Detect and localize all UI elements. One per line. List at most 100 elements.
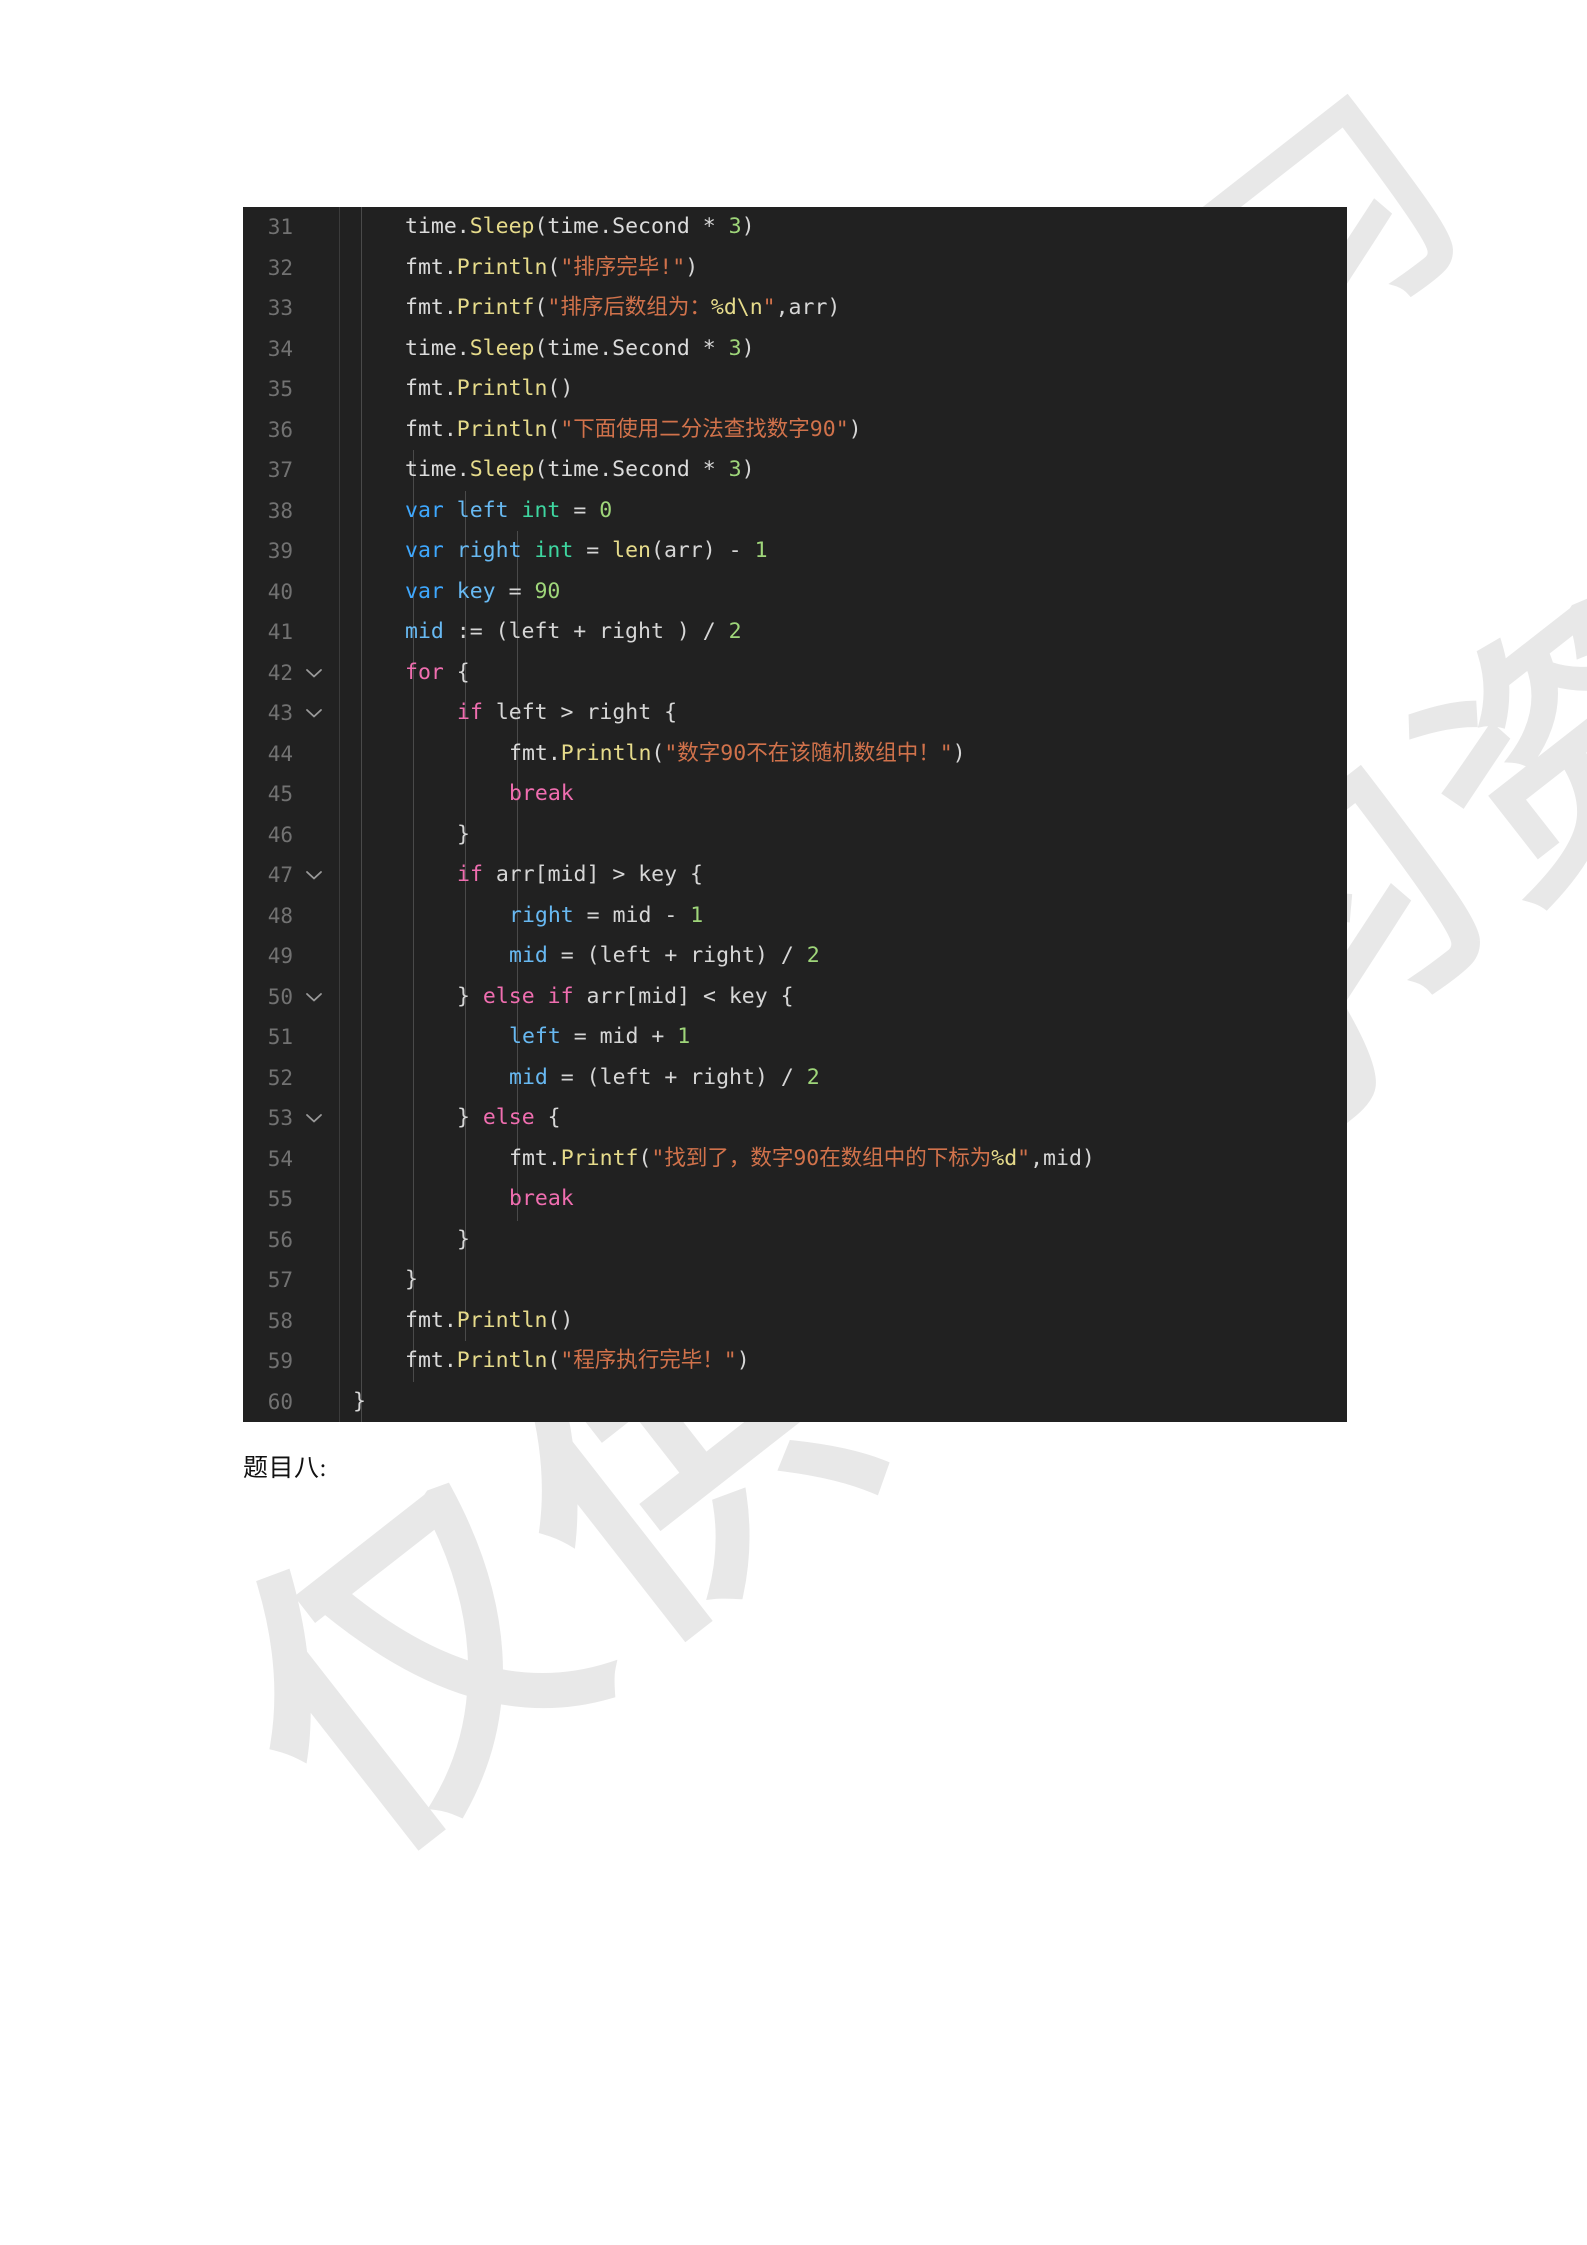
chevron-down-icon[interactable] [305, 1098, 325, 1139]
code-token: fmt [405, 1348, 444, 1373]
code-line: 59 fmt.Println("程序执行完毕！") [243, 1341, 1347, 1382]
code-line-text[interactable]: var left int = 0 [339, 491, 1347, 532]
code-token: Printf [456, 295, 535, 320]
line-number: 56 [267, 1227, 293, 1252]
code-line: 36 fmt.Println("下面使用二分法查找数字90") [243, 410, 1347, 451]
code-token: fmt [405, 416, 444, 442]
line-number: 53 [267, 1106, 293, 1130]
code-line-text[interactable]: for { [339, 653, 1347, 694]
line-number: 49 [267, 944, 293, 968]
code-token: } [405, 1267, 418, 1292]
code-line-text[interactable]: mid = (left + right) / 2 [339, 936, 1347, 977]
code-line-text[interactable]: mid = (left + right) / 2 [339, 1058, 1347, 1099]
line-number: 36 [267, 417, 293, 442]
code-line-text[interactable]: time.Sleep(time.Second * 3) [339, 329, 1347, 370]
code-line-text[interactable]: } [339, 1220, 1347, 1261]
code-token: ( [547, 254, 561, 280]
code-token: * [689, 457, 729, 482]
code-line-text[interactable]: fmt.Printf("找到了，数字90在数组中的下标为%d",mid) [339, 1139, 1347, 1180]
code-line-text[interactable]: if arr[mid] > key { [339, 855, 1347, 896]
code-token: right [456, 538, 522, 563]
chevron-down-icon[interactable] [305, 653, 325, 694]
code-line-text[interactable]: time.Sleep(time.Second * 3) [339, 207, 1347, 248]
code-token: arr[mid] < key { [573, 983, 794, 1009]
code-token: } [457, 1226, 470, 1252]
code-token: ,mid) [1030, 1145, 1095, 1171]
code-token: Second [612, 457, 690, 482]
code-token: = [495, 578, 535, 604]
code-line-text[interactable]: } else if arr[mid] < key { [339, 977, 1347, 1018]
line-gutter: 39 [243, 531, 339, 572]
code-line: 57} [243, 1260, 1347, 1301]
code-token: ( [534, 335, 548, 361]
code-token: . [443, 416, 457, 442]
code-token: Second [612, 335, 690, 361]
chevron-down-icon[interactable] [305, 855, 325, 896]
code-token: fmt [509, 1145, 548, 1171]
chevron-down-icon[interactable] [305, 693, 325, 734]
code-token: var [405, 538, 444, 563]
code-token: ,arr) [775, 295, 841, 320]
code-line-text[interactable]: } [339, 1382, 1347, 1423]
line-number: 42 [267, 660, 293, 685]
code-line: 56} [243, 1220, 1347, 1261]
code-line-text[interactable]: var key = 90 [339, 572, 1347, 613]
code-line-text[interactable]: break [339, 1179, 1347, 1220]
line-number: 60 [267, 1389, 293, 1414]
code-line-text[interactable]: left = mid + 1 [339, 1017, 1347, 1058]
line-gutter: 36 [243, 410, 339, 451]
code-line: 38 var left int = 0 [243, 491, 1347, 532]
line-gutter: 50 [243, 977, 339, 1018]
code-line-text[interactable]: time.Sleep(time.Second * 3) [339, 450, 1347, 491]
code-token: 2 [806, 1064, 820, 1090]
line-gutter: 51 [243, 1017, 339, 1058]
line-number: 48 [267, 903, 293, 928]
line-gutter: 60 [243, 1382, 339, 1423]
code-token: if [547, 983, 574, 1009]
line-gutter: 42 [243, 653, 339, 694]
code-token: Println [456, 416, 548, 442]
code-line-text[interactable]: fmt.Println("排序完毕!") [339, 248, 1347, 289]
code-line: 51 left = mid + 1 [243, 1017, 1347, 1058]
code-line-text[interactable]: fmt.Println("下面使用二分法查找数字90") [339, 410, 1347, 451]
line-number: 31 [267, 215, 293, 239]
code-line-text[interactable]: fmt.Printf("排序后数组为：%d\n",arr) [339, 288, 1347, 329]
code-line-text[interactable]: fmt.Println("程序执行完毕！") [339, 1341, 1347, 1382]
code-line-text[interactable]: fmt.Println() [339, 1301, 1347, 1342]
line-number: 46 [267, 822, 293, 847]
code-line-text[interactable]: if left > right { [339, 693, 1347, 734]
line-gutter: 46 [243, 815, 339, 856]
chevron-down-icon[interactable] [305, 977, 325, 1018]
code-token: . [547, 740, 561, 766]
line-number: 43 [267, 701, 293, 725]
code-line-text[interactable]: } [339, 1260, 1347, 1301]
code-token: ) [741, 214, 755, 239]
code-line-text[interactable]: right = mid - 1 [339, 896, 1347, 937]
code-token: fmt [405, 254, 444, 280]
code-line-text[interactable]: fmt.Println() [339, 369, 1347, 410]
code-token: Second [612, 214, 690, 239]
code-line: 49 mid = (left + right) / 2 [243, 936, 1347, 977]
code-token: key [456, 578, 496, 604]
code-token: time [547, 457, 600, 482]
code-line: 53 } else { [243, 1098, 1347, 1139]
code-token: for [405, 659, 444, 685]
code-line-text[interactable]: } else { [339, 1098, 1347, 1139]
code-line-text[interactable]: fmt.Println("数字90不在该随机数组中！") [339, 734, 1347, 775]
code-line: 58 fmt.Println() [243, 1301, 1347, 1342]
code-token: 90 [534, 578, 561, 604]
line-number: 40 [267, 579, 293, 604]
code-token: "排序完毕!" [560, 254, 686, 280]
code-line-text[interactable]: break [339, 774, 1347, 815]
code-token: Println [456, 1307, 548, 1333]
code-line-text[interactable]: var right int = len(arr) - 1 [339, 531, 1347, 572]
code-token: time [405, 457, 457, 482]
code-line: 32 fmt.Println("排序完毕!") [243, 248, 1347, 289]
code-line-text[interactable]: mid := (left + right ) / 2 [339, 612, 1347, 653]
code-line-text[interactable]: } [339, 815, 1347, 856]
line-number: 44 [267, 741, 293, 766]
line-gutter: 45 [243, 774, 339, 815]
line-gutter: 33 [243, 288, 339, 329]
